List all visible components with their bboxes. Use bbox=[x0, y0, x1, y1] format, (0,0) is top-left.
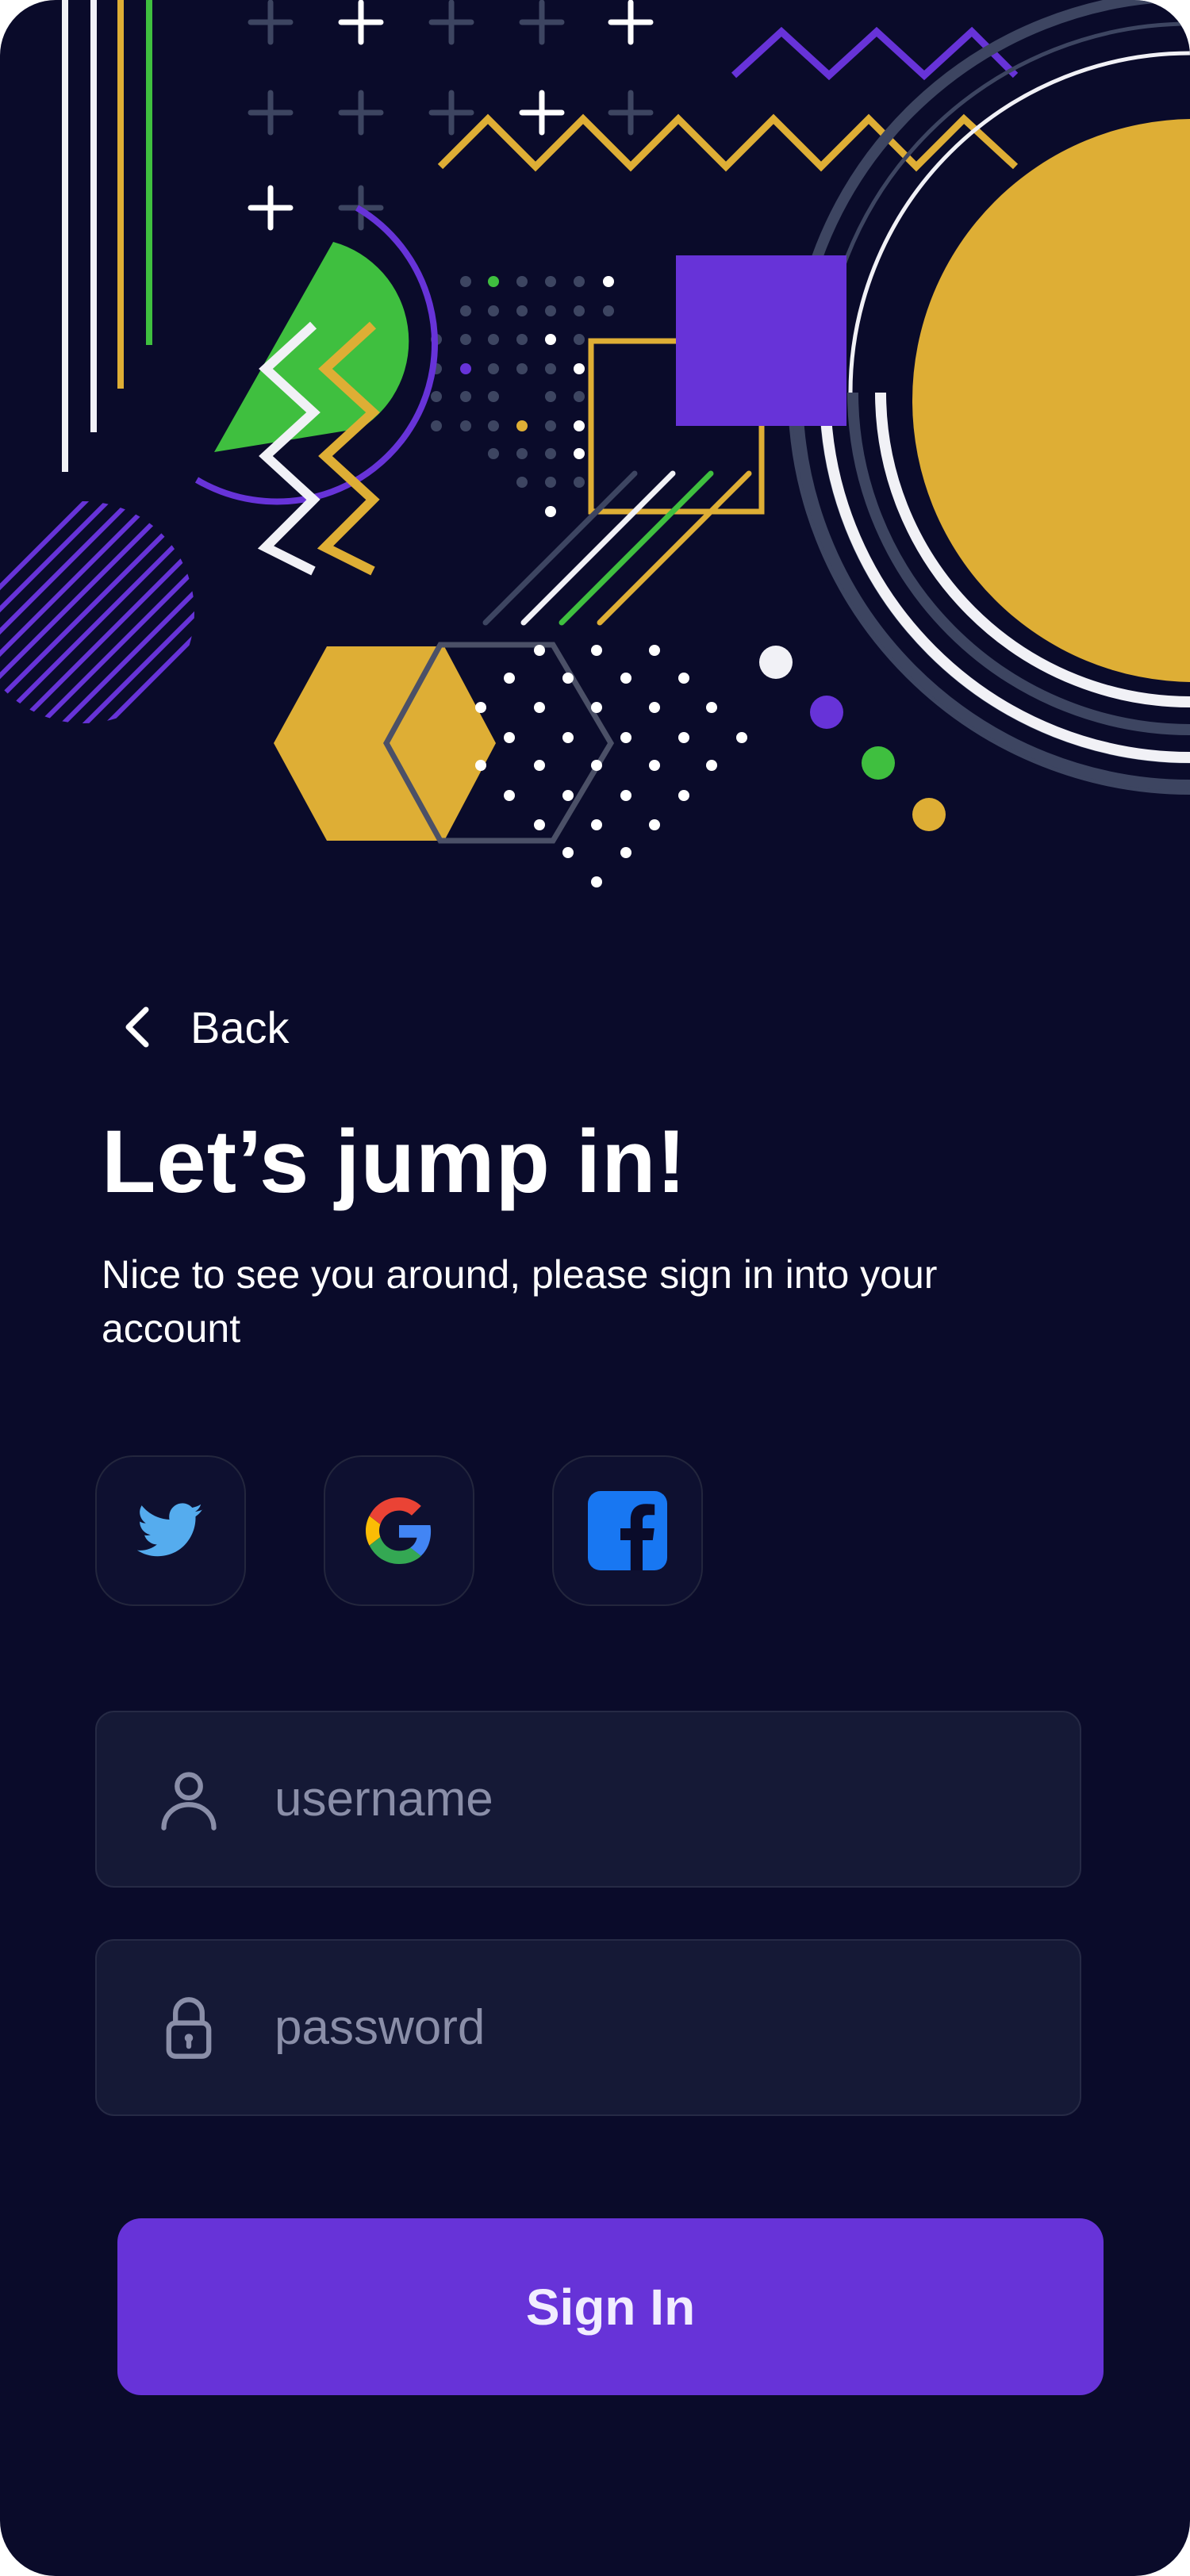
page-title: Let’s jump in! bbox=[102, 1112, 687, 1211]
decorative-illustration bbox=[0, 0, 1190, 887]
page-subtitle: Nice to see you around, please sign in i… bbox=[102, 1252, 938, 1351]
facebook-signin-button[interactable] bbox=[552, 1455, 703, 1606]
twitter-icon bbox=[137, 1503, 203, 1557]
google-signin-button[interactable] bbox=[324, 1455, 474, 1606]
password-field[interactable] bbox=[95, 1939, 1081, 2116]
chevron-left-icon bbox=[125, 1006, 149, 1048]
sign-in-button[interactable]: Sign In bbox=[117, 2218, 1104, 2395]
password-input[interactable] bbox=[273, 1941, 1056, 2114]
user-icon bbox=[151, 1761, 227, 1838]
back-button[interactable]: Back bbox=[119, 995, 290, 1059]
username-field[interactable] bbox=[95, 1711, 1081, 1888]
username-input[interactable] bbox=[273, 1712, 1056, 1886]
sign-in-screen: Back Let’s jump in! Nice to see you arou… bbox=[0, 0, 1190, 2576]
twitter-signin-button[interactable] bbox=[95, 1455, 246, 1606]
back-label: Back bbox=[190, 1002, 290, 1052]
lock-icon bbox=[151, 1990, 227, 2066]
facebook-icon bbox=[588, 1491, 667, 1570]
google-icon bbox=[366, 1497, 432, 1564]
